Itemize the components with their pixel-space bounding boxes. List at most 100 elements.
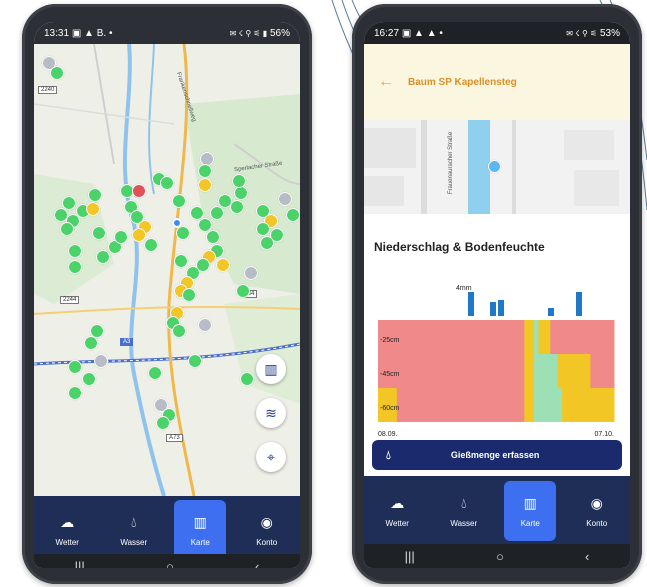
heatmap-cell bbox=[396, 388, 525, 422]
heatmap-cell bbox=[550, 320, 615, 354]
x-start-label: 08.09. bbox=[378, 431, 398, 438]
heatmap-cell bbox=[533, 320, 539, 354]
tree-marker[interactable] bbox=[176, 226, 190, 240]
nav-karte[interactable]: ▥ Karte bbox=[174, 500, 227, 560]
heatmap-cell bbox=[524, 320, 535, 354]
section-title: Niederschlag & Bodenfeuchte bbox=[374, 240, 545, 254]
nav-label: Wetter bbox=[55, 537, 79, 547]
tree-marker[interactable] bbox=[68, 360, 82, 374]
nav-wasser[interactable]: 💧︎ Wasser bbox=[108, 500, 160, 560]
tree-marker[interactable] bbox=[144, 238, 158, 252]
tree-marker[interactable] bbox=[240, 372, 254, 386]
bottom-nav: ☁ Wetter 💧︎ Wasser ▥ Karte ◉ Konto bbox=[364, 476, 630, 546]
recent-apps-button[interactable]: ||| bbox=[405, 549, 415, 564]
map-icon: ▥ bbox=[193, 513, 207, 530]
street-label: Frauenauracher Straße bbox=[448, 131, 455, 195]
tree-marker[interactable] bbox=[68, 386, 82, 400]
locate-button[interactable]: ⌖ bbox=[256, 442, 286, 472]
tree-marker[interactable] bbox=[94, 354, 108, 368]
tree-marker[interactable] bbox=[68, 260, 82, 274]
back-button[interactable]: ‹ bbox=[255, 559, 259, 569]
tree-marker[interactable] bbox=[156, 416, 170, 430]
tree-marker[interactable] bbox=[236, 284, 250, 298]
tree-marker[interactable] bbox=[172, 194, 186, 208]
tree-marker[interactable] bbox=[148, 366, 162, 380]
giessmenge-erfassen-button[interactable]: 💧︎ Gießmenge erfassen bbox=[372, 440, 622, 470]
tree-marker[interactable] bbox=[286, 208, 300, 222]
tree-marker[interactable] bbox=[188, 354, 202, 368]
tree-marker[interactable] bbox=[198, 318, 212, 332]
tree-marker[interactable] bbox=[86, 202, 100, 216]
nav-wasser[interactable]: 💧︎ Wasser bbox=[438, 481, 490, 541]
tree-marker[interactable] bbox=[132, 228, 146, 242]
tree-marker[interactable] bbox=[216, 258, 230, 272]
back-arrow-icon[interactable]: ← bbox=[378, 73, 394, 91]
tree-marker[interactable] bbox=[50, 66, 64, 80]
tree-marker[interactable] bbox=[256, 222, 270, 236]
tree-map[interactable]: 2240 2244 B4 A3 A73 Frankenschnellweg Sp… bbox=[34, 44, 300, 496]
home-button[interactable]: ○ bbox=[166, 559, 174, 569]
precip-annotation: 4mm bbox=[456, 285, 472, 292]
road-label: A3 bbox=[120, 338, 134, 346]
tree-marker[interactable] bbox=[206, 230, 220, 244]
heatmap-cell bbox=[524, 354, 535, 388]
tree-marker[interactable] bbox=[234, 186, 248, 200]
account-icon: ◉ bbox=[590, 494, 603, 511]
layers-button[interactable]: ≋ bbox=[256, 398, 286, 428]
tree-marker[interactable] bbox=[172, 324, 186, 338]
status-right-icons: ✉ ☇ ⚲ ⚟ bbox=[566, 28, 598, 38]
back-button[interactable]: ‹ bbox=[585, 549, 589, 564]
page-title: Baum SP Kapellensteg bbox=[408, 76, 517, 88]
tree-marker[interactable] bbox=[96, 250, 110, 264]
crosshair-icon: ⌖ bbox=[267, 448, 275, 465]
tree-marker[interactable] bbox=[278, 192, 292, 206]
heatmap-cell bbox=[378, 320, 525, 354]
app-header: ← Baum SP Kapellensteg bbox=[364, 44, 630, 120]
heatmap-cell bbox=[538, 320, 551, 354]
status-bar: 16:27 ▣ ▲ ▲ • ✉ ☇ ⚲ ⚟ 53% bbox=[364, 22, 630, 44]
nav-konto[interactable]: ◉ Konto bbox=[571, 481, 623, 541]
layers-icon: ≋ bbox=[265, 404, 277, 421]
tree-marker[interactable] bbox=[132, 184, 146, 198]
cloud-icon: ☁ bbox=[390, 494, 405, 511]
map-icon: ▥ bbox=[264, 360, 278, 377]
status-right-icons: ✉ ☇ ⚲ ⚟ ▮ bbox=[229, 28, 268, 38]
nav-wetter[interactable]: ☁ Wetter bbox=[371, 481, 423, 541]
tree-marker[interactable] bbox=[114, 230, 128, 244]
precip-bar bbox=[490, 302, 496, 316]
map-style-button[interactable]: ▥ bbox=[256, 354, 286, 384]
tree-marker[interactable] bbox=[174, 254, 188, 268]
cloud-icon: ☁ bbox=[60, 513, 75, 530]
battery-level: 56% bbox=[269, 27, 290, 39]
tree-marker[interactable] bbox=[232, 174, 246, 188]
home-button[interactable]: ○ bbox=[496, 549, 504, 564]
recent-apps-button[interactable]: ||| bbox=[75, 559, 85, 569]
tree-marker[interactable] bbox=[88, 188, 102, 202]
road-label: A73 bbox=[166, 434, 183, 442]
tree-marker[interactable] bbox=[68, 244, 82, 258]
tree-marker[interactable] bbox=[160, 176, 174, 190]
status-time: 16:27 bbox=[374, 27, 400, 39]
heatmap-cell bbox=[378, 354, 525, 388]
tree-marker[interactable] bbox=[198, 178, 212, 192]
nav-konto[interactable]: ◉ Konto bbox=[241, 500, 293, 560]
nav-label: Wasser bbox=[450, 518, 478, 528]
status-left-icons: ▣ ▲ ▲ • bbox=[401, 27, 443, 39]
tree-marker[interactable] bbox=[60, 222, 74, 236]
nav-wetter[interactable]: ☁ Wetter bbox=[41, 500, 93, 560]
tree-marker[interactable] bbox=[92, 226, 106, 240]
tree-marker[interactable] bbox=[260, 236, 274, 250]
precip-bar bbox=[468, 292, 474, 316]
tree-marker[interactable] bbox=[182, 288, 196, 302]
tree-marker[interactable] bbox=[198, 164, 212, 178]
current-location-marker bbox=[172, 218, 182, 228]
tree-marker[interactable] bbox=[244, 266, 258, 280]
tree-marker[interactable] bbox=[82, 372, 96, 386]
tree-location-map[interactable]: Frauenauracher Straße bbox=[364, 120, 630, 214]
right-screen: 16:27 ▣ ▲ ▲ • ✉ ☇ ⚲ ⚟ 53% ← Baum SP Kape… bbox=[364, 22, 630, 568]
depth-label: -60cm bbox=[380, 405, 400, 412]
tree-marker[interactable] bbox=[84, 336, 98, 350]
tree-marker[interactable] bbox=[230, 200, 244, 214]
nav-karte[interactable]: ▥ Karte bbox=[504, 481, 557, 541]
tree-marker[interactable] bbox=[210, 206, 224, 220]
